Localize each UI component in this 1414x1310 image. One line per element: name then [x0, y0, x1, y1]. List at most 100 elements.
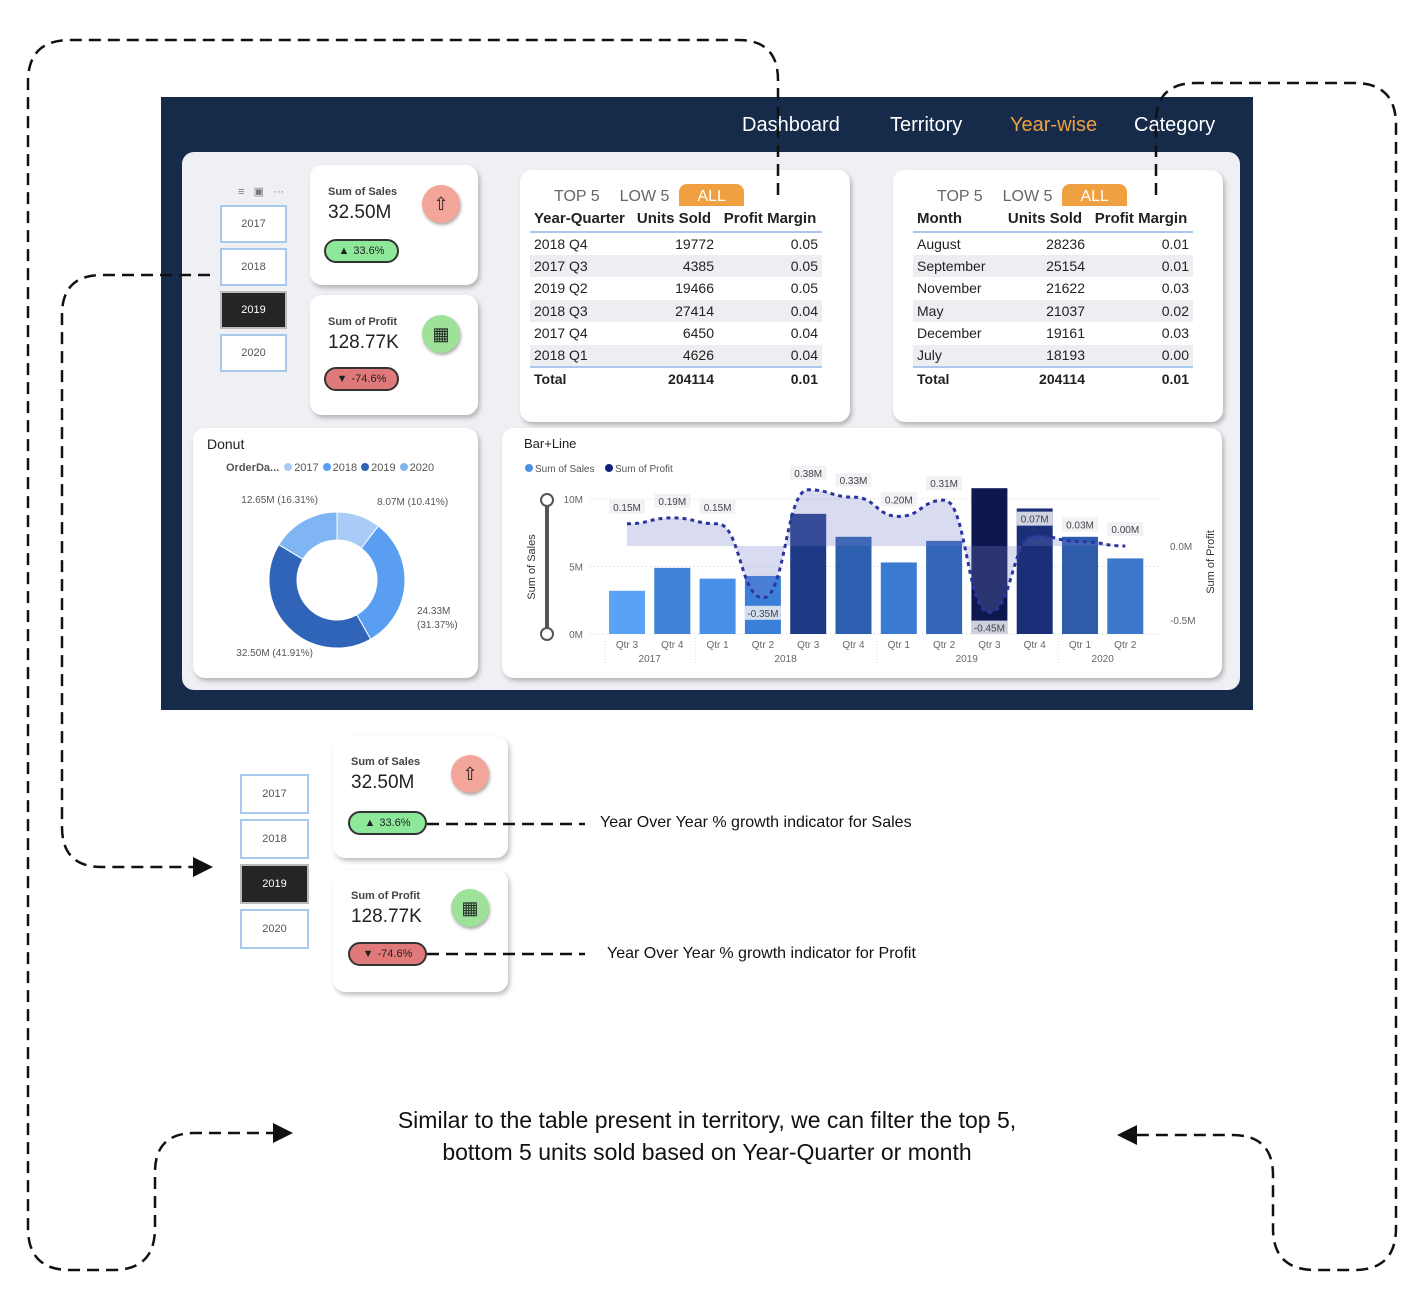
table-cell: 4626	[630, 344, 718, 367]
donut-title: Donut	[207, 436, 245, 452]
table-cell: 27414	[630, 299, 718, 322]
table-cell: 25154	[1001, 254, 1089, 277]
column-header[interactable]: Profit Margin	[718, 208, 822, 233]
slicer-year-2020[interactable]: 2020	[240, 909, 309, 949]
legend-label: 2019	[371, 462, 396, 474]
sales-kpi-card: Sum of Sales 32.50M ⇧ ▲ 33.6%	[310, 165, 478, 285]
table-cell: 0.02	[1089, 299, 1193, 322]
total-cell: Total	[913, 366, 1001, 390]
table-row[interactable]: 2018 Q3 27414 0.04	[530, 299, 822, 322]
focus-mode-icon[interactable]: ▣	[254, 186, 264, 198]
sales-kpi-title: Sum of Sales	[328, 186, 398, 198]
profit-kpi-value: 128.77K	[351, 906, 422, 927]
legend-item-2018[interactable]: 2018	[322, 462, 357, 474]
down-triangle-icon: ▼	[362, 948, 374, 960]
column-header[interactable]: Units Sold	[630, 208, 718, 233]
bar-line-title: Bar+Line	[524, 436, 577, 451]
table-row[interactable]: August 28236 0.01	[913, 232, 1193, 255]
table-row[interactable]: 2019 Q2 19466 0.05	[530, 277, 822, 300]
table-row[interactable]: November 21622 0.03	[913, 277, 1193, 300]
table-cell: 19161	[1046, 325, 1085, 342]
table-cell: 18193	[1001, 344, 1089, 367]
nav-year-wise[interactable]: Year-wise	[1010, 114, 1097, 137]
table-row[interactable]: September 25154 0.01	[913, 254, 1193, 277]
table-cell: 0.05	[718, 254, 822, 277]
table-cell: 0.05	[790, 235, 818, 252]
down-triangle-icon: ▼	[336, 373, 348, 385]
slicer-year-2017[interactable]: 2017	[220, 205, 287, 243]
tab-all[interactable]: ALL	[1062, 184, 1127, 206]
slicer-toolbar: ≡ ▣ ···	[238, 185, 284, 198]
slicer-year-2018[interactable]: 2018	[240, 819, 309, 859]
tab-low-5[interactable]: LOW 5	[610, 188, 680, 206]
table-cell: 2018 Q3	[530, 299, 630, 322]
table-row[interactable]: May 21037 0.02	[913, 299, 1193, 322]
slicer-year-2018[interactable]: 2018	[220, 248, 287, 286]
table-row[interactable]: July 18193 0.00	[913, 344, 1193, 367]
legend-item-2017[interactable]: 2017	[284, 462, 319, 474]
total-cell: 0.01	[718, 366, 822, 390]
legend-dot	[399, 463, 408, 471]
profit-annotation: Year Over Year % growth indicator for Pr…	[607, 945, 916, 962]
filter-annotation-line1: Similar to the table present in territor…	[397, 1107, 1017, 1133]
nav-territory[interactable]: Territory	[890, 114, 962, 137]
column-header[interactable]: Units Sold	[1001, 208, 1089, 233]
up-triangle-icon: ▲	[338, 245, 350, 257]
legend-dot	[361, 463, 370, 471]
total-cell: Total	[530, 366, 630, 390]
total-cell: 204114	[1001, 366, 1089, 390]
column-header[interactable]: Profit Margin	[1089, 208, 1193, 233]
column-header[interactable]: Month	[913, 208, 1001, 233]
legend-title: OrderDa...	[226, 462, 280, 474]
table-row[interactable]: 2017 Q3 4385 0.05	[530, 254, 822, 277]
sales-growth-indicator: ▲ 33.6%	[348, 811, 427, 835]
slicer-year-2020[interactable]: 2020	[220, 334, 287, 372]
table-cell: 0.01	[1161, 235, 1189, 252]
nav-category[interactable]: Category	[1134, 114, 1215, 137]
up-triangle-icon: ▲	[364, 817, 376, 829]
table-cell: 6450	[682, 325, 714, 342]
table-cell: November	[917, 280, 982, 297]
slicer-year-2017[interactable]: 2017	[240, 774, 309, 814]
header-row: Month Units Sold Profit Margin	[913, 208, 1193, 233]
filter-annotation: Similar to the table present in territor…	[0, 1104, 1414, 1168]
header-row: Year-Quarter Units Sold Profit Margin	[530, 208, 822, 233]
legend-item-2019[interactable]: 2019	[361, 462, 396, 474]
legend-dot	[322, 463, 331, 471]
sales-kpi-title: Sum of Sales	[351, 756, 421, 768]
table-cell: 2017 Q4	[534, 325, 588, 342]
profit-growth-value: -74.6%	[351, 373, 387, 385]
legend-item-2020[interactable]: 2020	[399, 462, 434, 474]
profit-kpi-card: Sum of Profit 128.77K ▦ ▼ -74.6%	[310, 295, 478, 415]
table-cell: 2017 Q3	[530, 254, 630, 277]
tab-top-5[interactable]: TOP 5	[927, 188, 993, 206]
table-cell: 0.03	[1161, 325, 1189, 342]
table-cell: 21622	[1046, 280, 1085, 297]
profit-kpi-value: 128.77K	[328, 332, 399, 353]
tab-all[interactable]: ALL	[679, 184, 744, 206]
donut-card: Donut OrderDa... 2017 2018 2019 2020	[193, 428, 478, 678]
profit-kpi-card-zoomed: Sum of Profit 128.77K ▦ ▼ -74.6%	[333, 870, 508, 992]
table-row[interactable]: December 19161 0.03	[913, 322, 1193, 345]
tab-low-5[interactable]: LOW 5	[993, 188, 1063, 206]
table-cell: 0.04	[718, 299, 822, 322]
table-cell: May	[913, 299, 1001, 322]
table-cell: December	[917, 325, 982, 342]
slicer-year-2019[interactable]: 2019	[240, 864, 309, 904]
more-options-icon[interactable]: ···	[273, 186, 284, 198]
table-cell: 21037	[1001, 299, 1089, 322]
table-cell: 0.04	[718, 344, 822, 367]
nav-dashboard[interactable]: Dashboard	[742, 114, 840, 137]
filter-icon[interactable]: ≡	[238, 186, 244, 198]
profit-growth-indicator: ▼ -74.6%	[324, 367, 399, 391]
table-cell: 19772	[675, 235, 714, 252]
table-cell: August	[917, 235, 961, 252]
sales-kpi-value: 32.50M	[351, 772, 415, 793]
column-header[interactable]: Year-Quarter	[530, 208, 630, 233]
slicer-year-2019[interactable]: 2019	[220, 291, 287, 329]
table-row[interactable]: 2018 Q4 19772 0.05	[530, 232, 822, 255]
table-row[interactable]: 2017 Q4 6450 0.04	[530, 322, 822, 345]
total-cell: 0.01	[1089, 366, 1193, 390]
table-row[interactable]: 2018 Q1 4626 0.04	[530, 344, 822, 367]
tab-top-5[interactable]: TOP 5	[544, 188, 610, 206]
